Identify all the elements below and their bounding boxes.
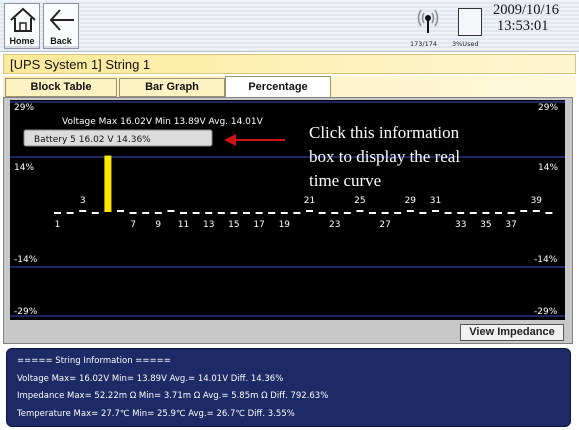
- battery-info-text[interactable]: Battery 5 16.02 V 14.36%: [34, 135, 151, 145]
- bar-battery-10[interactable]: [167, 210, 175, 212]
- bar-battery-18[interactable]: [268, 212, 276, 214]
- y-label-neg14-left: -14%: [14, 255, 38, 265]
- category-label-3: 3: [80, 196, 86, 206]
- back-arrow-icon: [49, 9, 74, 31]
- bar-battery-6[interactable]: [117, 210, 124, 212]
- date-display: 2009/10/16: [493, 2, 560, 18]
- annotation-line-3: time curve: [309, 171, 381, 190]
- category-label-39: 39: [531, 196, 543, 206]
- category-label-37: 37: [505, 220, 516, 230]
- bar-battery-27[interactable]: [381, 212, 389, 214]
- top-bar: Home Back 173/174 3%Used 2009/10/16 13:5…: [0, 0, 579, 52]
- storage-icon: [458, 8, 482, 36]
- tab-bar: Block Table Bar Graph Percentage: [3, 76, 576, 98]
- category-label-29: 29: [405, 196, 417, 206]
- bar-battery-22[interactable]: [318, 212, 326, 214]
- y-label-neg14-right: -14%: [534, 255, 558, 265]
- disk-used: 3%Used: [452, 40, 479, 48]
- bar-battery-17[interactable]: [255, 212, 263, 214]
- category-label-33: 33: [455, 220, 466, 230]
- cell-count: 173/174: [410, 40, 438, 48]
- y-label-29-right: 29%: [538, 103, 558, 113]
- bar-battery-28[interactable]: [394, 212, 402, 214]
- bar-battery-1[interactable]: [54, 212, 61, 214]
- bar-battery-34[interactable]: [469, 212, 477, 214]
- category-label-25: 25: [354, 196, 365, 206]
- tab-block-table[interactable]: Block Table: [5, 78, 117, 97]
- category-label-17: 17: [253, 220, 264, 230]
- y-label-14-right: 14%: [538, 163, 558, 173]
- category-label-1: 1: [55, 220, 61, 230]
- info-header: ===== String Information =====: [17, 356, 171, 366]
- bar-battery-31[interactable]: [432, 210, 439, 212]
- bar-battery-2[interactable]: [66, 212, 74, 214]
- category-label-19: 19: [279, 220, 291, 230]
- view-impedance-button[interactable]: View Impedance: [460, 324, 564, 341]
- bar-battery-32[interactable]: [444, 212, 452, 214]
- bar-battery-38[interactable]: [520, 210, 528, 212]
- home-icon: [10, 7, 36, 32]
- y-label-neg29-left: -29%: [14, 307, 38, 317]
- bar-battery-7[interactable]: [129, 212, 137, 214]
- bar-battery-19[interactable]: [280, 212, 288, 214]
- page-title: [UPS System 1] String 1: [3, 54, 576, 74]
- category-label-35: 35: [480, 220, 491, 230]
- bar-battery-30[interactable]: [419, 212, 427, 214]
- category-label-7: 7: [130, 220, 136, 230]
- voltage-stats: Voltage Max 16.02V Min 13.89V Avg. 14.01…: [62, 117, 264, 127]
- bar-battery-35[interactable]: [482, 212, 490, 214]
- home-button[interactable]: Home: [4, 3, 40, 49]
- bar-battery-40[interactable]: [545, 212, 553, 214]
- bar-battery-20[interactable]: [293, 212, 301, 214]
- tab-bar-graph[interactable]: Bar Graph: [119, 78, 225, 97]
- bar-battery-4[interactable]: [91, 212, 99, 214]
- tab-percentage[interactable]: Percentage: [225, 76, 331, 98]
- bar-battery-3[interactable]: [79, 210, 87, 212]
- bar-battery-23[interactable]: [331, 212, 339, 214]
- bar-battery-8[interactable]: [142, 212, 150, 214]
- bar-battery-13[interactable]: [205, 212, 213, 214]
- y-label-neg29-right: -29%: [534, 307, 558, 317]
- bar-battery-21[interactable]: [306, 210, 313, 212]
- y-label-29-left: 29%: [14, 103, 34, 113]
- bar-battery-29[interactable]: [406, 210, 414, 212]
- home-label: Home: [9, 36, 35, 46]
- category-label-11: 11: [178, 220, 189, 230]
- chart-panel: 29% 29% 14% 14% -14% -14% -29% -29% Volt…: [3, 97, 573, 344]
- category-label-15: 15: [228, 220, 239, 230]
- bar-battery-39[interactable]: [532, 210, 540, 212]
- bar-battery-24[interactable]: [343, 212, 351, 214]
- annotation-line-1: Click this information: [309, 123, 460, 142]
- category-label-23: 23: [329, 220, 340, 230]
- category-label-27: 27: [379, 220, 390, 230]
- bar-battery-25[interactable]: [356, 210, 364, 212]
- bar-battery-12[interactable]: [192, 212, 200, 214]
- bar-battery-26[interactable]: [369, 212, 376, 214]
- category-label-9: 9: [155, 220, 161, 230]
- time-display: 13:53:01: [497, 18, 549, 34]
- back-label: Back: [50, 36, 72, 46]
- bar-battery-36[interactable]: [495, 212, 502, 214]
- signal-icon: [417, 9, 439, 33]
- info-voltage: Voltage Max= 16.02V Min= 13.89V Avg.= 14…: [17, 373, 284, 384]
- annotation-line-2: box to display the real: [309, 147, 460, 166]
- bar-battery-5[interactable]: [104, 155, 112, 212]
- bar-battery-37[interactable]: [507, 212, 515, 214]
- bar-battery-33[interactable]: [457, 212, 465, 214]
- bar-battery-16[interactable]: [243, 212, 250, 214]
- bar-battery-15[interactable]: [230, 212, 238, 214]
- string-info-panel: ===== String Information ===== Voltage M…: [6, 348, 571, 427]
- bar-battery-9[interactable]: [154, 212, 162, 214]
- percentage-chart: 29% 29% 14% 14% -14% -14% -29% -29% Volt…: [10, 100, 565, 320]
- category-label-21: 21: [304, 196, 315, 206]
- bar-battery-11[interactable]: [180, 212, 187, 214]
- back-button[interactable]: Back: [43, 3, 79, 49]
- category-label-13: 13: [203, 220, 214, 230]
- info-temperature: Temperature Max= 27.7℃ Min= 25.9℃ Avg.= …: [17, 408, 295, 419]
- y-label-14-left: 14%: [14, 163, 34, 173]
- info-impedance: Impedance Max= 52.22m Ω Min= 3.71m Ω Avg…: [17, 391, 329, 401]
- category-label-31: 31: [430, 196, 441, 206]
- bar-battery-14[interactable]: [217, 212, 225, 214]
